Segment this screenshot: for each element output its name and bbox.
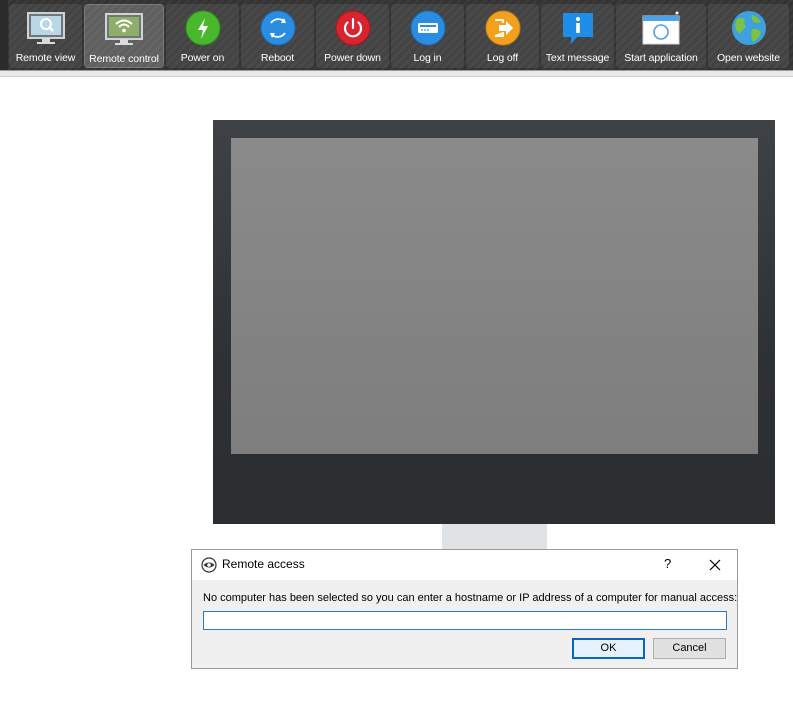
text-message-label: Text message [545, 52, 610, 64]
power-down-button[interactable]: Power down [316, 4, 389, 68]
reboot-label: Reboot [260, 52, 295, 64]
power-down-icon [335, 10, 370, 46]
log-in-label: Log in [413, 52, 442, 64]
toolbar: Remote view Remote control Power on Rebo… [0, 0, 793, 71]
text-message-icon [562, 13, 593, 44]
cancel-button[interactable]: Cancel [653, 638, 726, 659]
reboot-icon [260, 10, 295, 46]
globe-icon [731, 11, 766, 45]
monitor-magnifier-icon [26, 12, 65, 44]
monitor-stand [442, 524, 547, 550]
start-application-label: Start application [624, 52, 698, 64]
power-on-label: Power on [180, 52, 225, 64]
ok-button[interactable]: OK [572, 638, 645, 659]
monitor-screen [231, 138, 758, 454]
log-off-button[interactable]: Log off [466, 4, 539, 68]
power-on-icon [185, 10, 220, 46]
monitor-wifi-icon [105, 13, 143, 45]
remote-view-button[interactable]: Remote view [9, 4, 82, 68]
log-off-label: Log off [486, 52, 519, 64]
remote-control-button[interactable]: Remote control [84, 4, 164, 68]
remote-access-dialog: Remote access ? No computer has been sel… [191, 549, 738, 669]
remote-control-label: Remote control [89, 53, 159, 65]
hostname-input[interactable] [203, 611, 727, 630]
close-icon[interactable] [708, 558, 722, 572]
remote-view-label: Remote view [15, 52, 76, 64]
dialog-message: No computer has been selected so you can… [203, 592, 738, 604]
open-website-button[interactable]: Open website [708, 4, 789, 68]
toolbar-edge [0, 0, 8, 70]
power-on-button[interactable]: Power on [166, 4, 239, 68]
reboot-button[interactable]: Reboot [241, 4, 314, 68]
log-in-icon [410, 10, 445, 46]
start-application-button[interactable]: Start application [616, 4, 706, 68]
text-message-button[interactable]: Text message [541, 4, 614, 68]
start-application-icon [642, 11, 680, 45]
dialog-title-bar[interactable]: Remote access ? [192, 550, 737, 580]
toolbar-bottom-strip [0, 71, 793, 77]
open-website-label: Open website [716, 52, 780, 64]
dialog-title: Remote access [222, 557, 305, 571]
log-off-icon [485, 10, 520, 46]
log-in-button[interactable]: Log in [391, 4, 464, 68]
eye-icon [201, 557, 217, 573]
help-button[interactable]: ? [664, 556, 671, 571]
power-down-label: Power down [324, 52, 381, 64]
